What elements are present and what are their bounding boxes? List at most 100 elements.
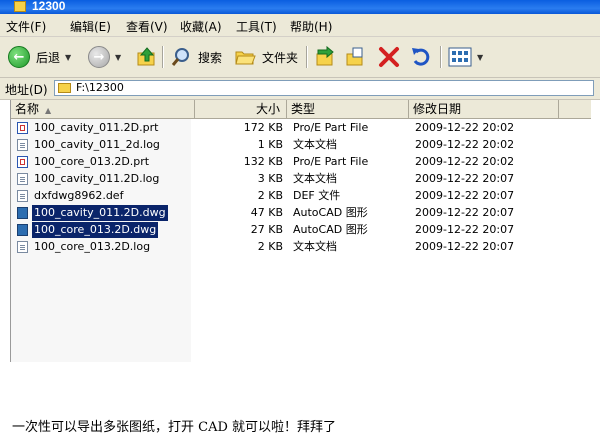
title-bar: 12300 xyxy=(0,0,600,14)
file-name: 100_core_013.2D.log xyxy=(34,240,151,253)
undo-icon xyxy=(412,48,430,66)
file-size: 3 KB xyxy=(257,172,283,185)
chevron-down-icon[interactable]: ▼ xyxy=(115,53,121,62)
file-row[interactable]: 100_core_013.2D.log 2 KB 文本文档 2009-12-22 20… xyxy=(11,239,591,255)
views-grid-icon xyxy=(448,47,472,67)
menu-help[interactable]: 帮助(H) xyxy=(290,18,332,35)
file-date: 2009-12-22 20:07 xyxy=(415,172,515,185)
back-arrow-icon: ← xyxy=(8,46,30,68)
dwg-file-icon xyxy=(17,224,28,236)
toolbar-separator xyxy=(162,46,163,68)
toolbar-separator xyxy=(306,46,307,68)
search-icon xyxy=(171,48,189,66)
file-date: 2009-12-22 20:07 xyxy=(415,206,515,219)
text-file-icon xyxy=(17,139,28,151)
window-title: 12300 xyxy=(32,0,66,13)
file-date: 2009-12-22 20:07 xyxy=(415,189,515,202)
folder-icon xyxy=(14,1,26,12)
chevron-down-icon[interactable]: ▼ xyxy=(477,53,483,62)
prt-file-icon xyxy=(17,122,28,134)
menu-favorites[interactable]: 收藏(A) xyxy=(180,18,222,35)
file-row[interactable]: 100_cavity_011_2d.log 1 KB 文本文档 2009-12-22 … xyxy=(11,137,591,153)
file-type: 文本文档 xyxy=(293,172,337,185)
forward-button[interactable]: → ▼ xyxy=(88,45,121,69)
file-date: 2009-12-22 20:02 xyxy=(415,121,515,134)
file-name: 100_cavity_011.2D.dwg xyxy=(32,205,168,221)
move-to-button[interactable] xyxy=(314,45,336,69)
file-name: 100_core_013.2D.prt xyxy=(34,155,150,168)
search-label: 搜索 xyxy=(198,50,223,65)
file-name: 100_core_013.2D.dwg xyxy=(32,222,159,238)
forward-arrow-icon: → xyxy=(88,46,110,68)
chevron-down-icon[interactable]: ▼ xyxy=(65,53,71,62)
text-file-icon xyxy=(17,190,28,202)
search-button[interactable]: 搜索 xyxy=(170,45,222,69)
address-bar: 地址(D) F:\12300 xyxy=(0,78,600,100)
folders-icon xyxy=(235,51,256,65)
file-name: 100_cavity_011.2D.prt xyxy=(34,121,159,134)
menu-file[interactable]: 文件(F) xyxy=(6,18,46,35)
dwg-file-icon xyxy=(17,207,28,219)
column-header-date[interactable]: 修改日期 xyxy=(409,100,559,118)
back-button[interactable]: ← 后退 ▼ xyxy=(8,45,71,69)
file-type: DEF 文件 xyxy=(293,189,341,202)
menu-bar: 文件(F) 编辑(E) 查看(V) 收藏(A) 工具(T) 帮助(H) xyxy=(0,14,600,37)
up-folder-icon xyxy=(137,47,155,66)
file-date: 2009-12-22 20:07 xyxy=(415,223,515,236)
move-to-folder-icon xyxy=(316,46,334,66)
folder-icon xyxy=(58,83,71,93)
views-button[interactable]: ▼ xyxy=(448,45,483,69)
file-size: 132 KB xyxy=(243,155,283,168)
file-row[interactable]: 100_core_013.2D.prt 132 KB Pro/E Part File… xyxy=(11,154,591,170)
text-file-icon xyxy=(17,241,28,253)
file-list[interactable]: 名称 ▲ 大小 类型 修改日期 100_cavity_011.2D.prt 172 … xyxy=(10,100,591,362)
menu-edit[interactable]: 编辑(E) xyxy=(70,18,111,35)
file-size: 47 KB xyxy=(250,206,283,219)
file-type: Pro/E Part File xyxy=(293,155,369,168)
menu-view[interactable]: 查看(V) xyxy=(126,18,168,35)
file-size: 2 KB xyxy=(257,240,283,253)
up-folder-button[interactable] xyxy=(136,45,158,69)
folders-label: 文件夹 xyxy=(262,50,299,65)
column-header-bar: 名称 ▲ 大小 类型 修改日期 xyxy=(11,100,591,119)
back-label: 后退 xyxy=(36,50,61,65)
file-name: 100_cavity_011.2D.log xyxy=(34,172,160,185)
column-header-size[interactable]: 大小 xyxy=(195,100,287,118)
text-file-icon xyxy=(17,173,28,185)
file-date: 2009-12-22 20:02 xyxy=(415,138,515,151)
file-type: AutoCAD 图形 xyxy=(293,206,368,219)
copy-to-button[interactable] xyxy=(344,45,366,69)
column-header-name[interactable]: 名称 ▲ xyxy=(11,100,195,118)
file-size: 172 KB xyxy=(243,121,283,134)
file-row[interactable]: dxfdwg8962.def 2 KB DEF 文件 2009-12-22 20:07 xyxy=(11,188,591,204)
copy-to-folder-icon xyxy=(346,47,363,66)
column-name-label: 名称 xyxy=(15,102,40,116)
column-type-label: 类型 xyxy=(291,102,316,116)
file-type: Pro/E Part File xyxy=(293,121,369,134)
file-row[interactable]: 100_cavity_011.2D.log 3 KB 文本文档 2009-12-22 … xyxy=(11,171,591,187)
sort-ascending-icon: ▲ xyxy=(45,106,52,115)
file-row[interactable]: 100_cavity_011.2D.prt 172 KB Pro/E Part Fi… xyxy=(11,120,591,136)
file-name: dxfdwg8962.def xyxy=(34,189,124,202)
file-date: 2009-12-22 20:07 xyxy=(415,240,515,253)
delete-button[interactable] xyxy=(378,45,400,69)
file-row[interactable]: 100_cavity_011.2D.dwg 47 KB AutoCAD 图形 2009… xyxy=(11,205,591,221)
file-name: 100_cavity_011_2d.log xyxy=(34,138,160,151)
file-size: 27 KB xyxy=(250,223,283,236)
folders-button[interactable]: 文件夹 xyxy=(234,45,298,69)
undo-button[interactable] xyxy=(410,45,432,69)
file-row[interactable]: 100_core_013.2D.dwg 27 KB AutoCAD 图形 2009-1… xyxy=(11,222,591,238)
file-size: 2 KB xyxy=(257,189,283,202)
toolbar-separator xyxy=(440,46,441,68)
column-date-label: 修改日期 xyxy=(413,102,462,116)
menu-tools[interactable]: 工具(T) xyxy=(236,18,277,35)
address-input[interactable]: F:\12300 xyxy=(54,80,594,96)
delete-x-icon xyxy=(379,47,399,67)
file-date: 2009-12-22 20:02 xyxy=(415,155,515,168)
toolbar: ← 后退 ▼ → ▼ 搜索 文件夹 ▼ xyxy=(0,37,600,78)
column-header-type[interactable]: 类型 xyxy=(287,100,409,118)
file-type: 文本文档 xyxy=(293,138,337,151)
file-type: 文本文档 xyxy=(293,240,337,253)
address-label: 地址(D) xyxy=(5,83,48,97)
file-size: 1 KB xyxy=(257,138,283,151)
